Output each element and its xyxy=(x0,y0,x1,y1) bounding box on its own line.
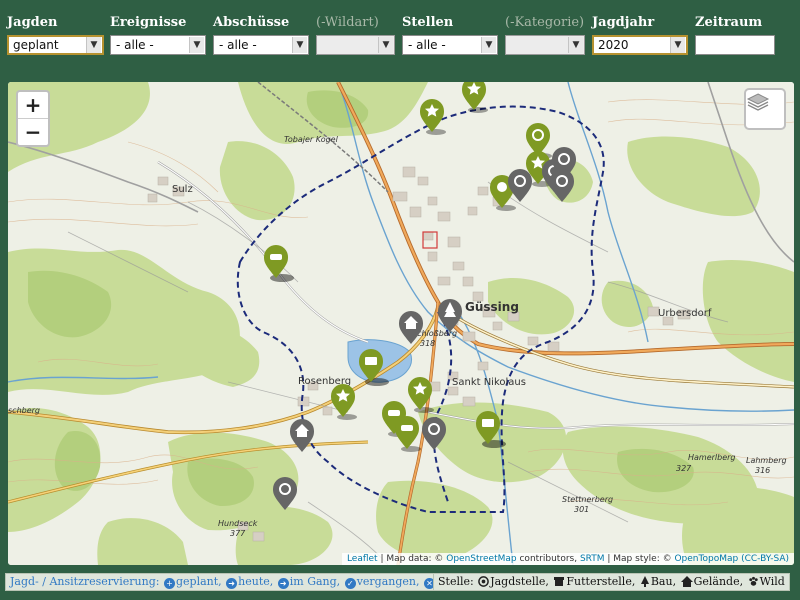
chevron-down-icon: ▼ xyxy=(86,37,101,53)
map-attribution: Leaflet | Map data: © OpenStreetMap cont… xyxy=(341,553,794,565)
layers-icon xyxy=(746,93,770,111)
map-canvas[interactable]: Güssing Sulz Urbersdorf Rosenberg Sankt … xyxy=(8,82,794,565)
filter-jagden: Jagden geplant ▼ xyxy=(7,14,104,55)
filter-stellen: Stellen - alle - ▼ xyxy=(402,14,498,55)
filter-zeitraum-label: Zeitraum xyxy=(695,15,763,30)
legend-heute: heute, xyxy=(238,575,274,588)
layers-button[interactable] xyxy=(744,88,786,130)
label-lahmberg-elev: 316 xyxy=(755,466,770,475)
filter-zeitraum: Zeitraum xyxy=(695,14,775,55)
opentopomap-link[interactable]: OpenTopoMap xyxy=(674,554,738,564)
chevron-down-icon: ▼ xyxy=(568,37,583,53)
label-urbersdorf: Urbersdorf xyxy=(658,308,712,319)
filter-abschuesse-label: Abschüsse xyxy=(213,15,290,30)
stellen-legend-title: Stelle: xyxy=(438,575,474,588)
tractor-icon xyxy=(482,419,494,427)
stellen-select-value: - alle - xyxy=(408,38,446,52)
chevron-down-icon: ▼ xyxy=(378,37,393,53)
tree-icon xyxy=(640,576,649,587)
zoom-in-button[interactable]: + xyxy=(18,92,48,119)
filter-stellen-label: Stellen xyxy=(402,15,454,30)
label-sankt-nikolaus: Sankt Nikolaus xyxy=(452,377,526,388)
filter-jagdjahr: Jagdjahr 2020 ▼ xyxy=(592,14,688,55)
paw-icon xyxy=(748,576,758,586)
label-lahmberg: Lahmberg xyxy=(746,456,787,465)
map-view[interactable]: Güssing Sulz Urbersdorf Rosenberg Sankt … xyxy=(8,82,794,565)
attribution-style: | Map style: © xyxy=(604,554,675,564)
filter-wildart-label: (-Wildart) xyxy=(316,15,379,30)
stellen-legend: Stelle: Jagdstelle, Futterstelle, Bau, G… xyxy=(433,573,790,591)
filter-abschuesse: Abschüsse - alle - ▼ xyxy=(213,14,309,55)
label-guessing: Güssing xyxy=(465,300,519,314)
label-tobajer-kogel: Tobajer Kogel xyxy=(284,135,339,144)
license-link[interactable]: (CC-BY-SA) xyxy=(741,554,789,564)
ereignisse-select-value: - alle - xyxy=(116,38,154,52)
legend-gelaende: Gelände, xyxy=(693,575,744,588)
legend-futterstelle: Futterstelle, xyxy=(566,575,636,588)
car-icon xyxy=(388,410,400,416)
zoom-out-button[interactable]: − xyxy=(18,119,48,145)
legend-bau: Bau, xyxy=(650,575,677,588)
chevron-down-icon: ▼ xyxy=(670,37,685,53)
chevron-down-icon: ▼ xyxy=(481,37,496,53)
chevron-down-icon: ▼ xyxy=(292,37,307,53)
zoom-control: + − xyxy=(16,90,50,147)
label-hamerlberg: Hamerlberg xyxy=(688,453,736,462)
abschuesse-select-value: - alle - xyxy=(219,38,257,52)
label-stettnerberg: Stettnerberg xyxy=(562,495,613,504)
wildart-select[interactable]: ▼ xyxy=(316,35,395,55)
reservation-legend: Jagd- / Ansitzreservierung: + geplant, ➜ h… xyxy=(5,573,492,591)
filter-ereignisse-label: Ereignisse xyxy=(110,15,187,30)
leaflet-link[interactable]: Leaflet xyxy=(347,554,378,564)
srtm-link[interactable]: SRTM xyxy=(580,554,605,564)
label-stettnerberg-elev: 301 xyxy=(574,505,589,514)
jagdjahr-select[interactable]: 2020 ▼ xyxy=(592,35,688,55)
label-sulz: Sulz xyxy=(172,184,193,195)
filter-kategorie: (-Kategorie) ▼ xyxy=(505,14,585,55)
label-hundseck-elev: 377 xyxy=(230,529,246,538)
chevron-down-icon: ▼ xyxy=(189,37,204,53)
tractor-icon xyxy=(365,357,377,365)
label-hamerlberg-elev: 327 xyxy=(676,464,692,473)
legend-bar: Jagd- / Ansitzreservierung: + geplant, ➜ h… xyxy=(0,569,800,597)
arrow-circle-icon: ➜ xyxy=(277,578,289,589)
osm-link[interactable]: OpenStreetMap xyxy=(446,554,516,564)
kategorie-select[interactable]: ▼ xyxy=(505,35,585,55)
filter-bar: Jagden geplant ▼ Ereignisse - alle - ▼ A… xyxy=(0,0,800,70)
zeitraum-input[interactable] xyxy=(695,35,775,55)
abschuesse-select[interactable]: - alle - ▼ xyxy=(213,35,309,55)
reservation-legend-title: Jagd- / Ansitzreservierung: xyxy=(10,575,160,588)
legend-im-gang: im Gang, xyxy=(289,575,341,588)
arrow-circle-icon: ➜ xyxy=(226,578,238,589)
filter-wildart: (-Wildart) ▼ xyxy=(316,14,395,55)
car-icon xyxy=(270,254,282,260)
label-hundseck: Hundseck xyxy=(218,519,258,528)
stellen-select[interactable]: - alle - ▼ xyxy=(402,35,498,55)
check-circle-icon: ✓ xyxy=(344,578,356,589)
plus-circle-icon: + xyxy=(163,578,175,589)
legend-vergangen: vergangen, xyxy=(356,575,420,588)
label-schberg: schberg xyxy=(8,406,40,415)
filter-kategorie-label: (-Kategorie) xyxy=(505,15,585,30)
jagden-select[interactable]: geplant ▼ xyxy=(7,35,104,55)
jagden-select-value: geplant xyxy=(13,38,59,52)
cross-icon xyxy=(497,182,507,192)
filter-jagdjahr-label: Jagdjahr xyxy=(592,15,655,30)
car-icon xyxy=(401,425,413,431)
jagdjahr-select-value: 2020 xyxy=(598,38,629,52)
legend-geplant: geplant, xyxy=(175,575,222,588)
filter-jagden-label: Jagden xyxy=(7,15,58,30)
attribution-text: | Map data: © xyxy=(377,554,447,564)
target-icon xyxy=(478,576,490,587)
legend-jagdstelle: Jagdstelle, xyxy=(490,575,549,588)
ereignisse-select[interactable]: - alle - ▼ xyxy=(110,35,206,55)
home-icon xyxy=(680,576,693,587)
legend-wild: Wild xyxy=(759,575,785,588)
label-schlossberg-elev: 318 xyxy=(420,339,435,348)
feeder-icon xyxy=(554,577,565,586)
attribution-contrib: contributors, xyxy=(516,554,580,564)
filter-ereignisse: Ereignisse - alle - ▼ xyxy=(110,14,206,55)
